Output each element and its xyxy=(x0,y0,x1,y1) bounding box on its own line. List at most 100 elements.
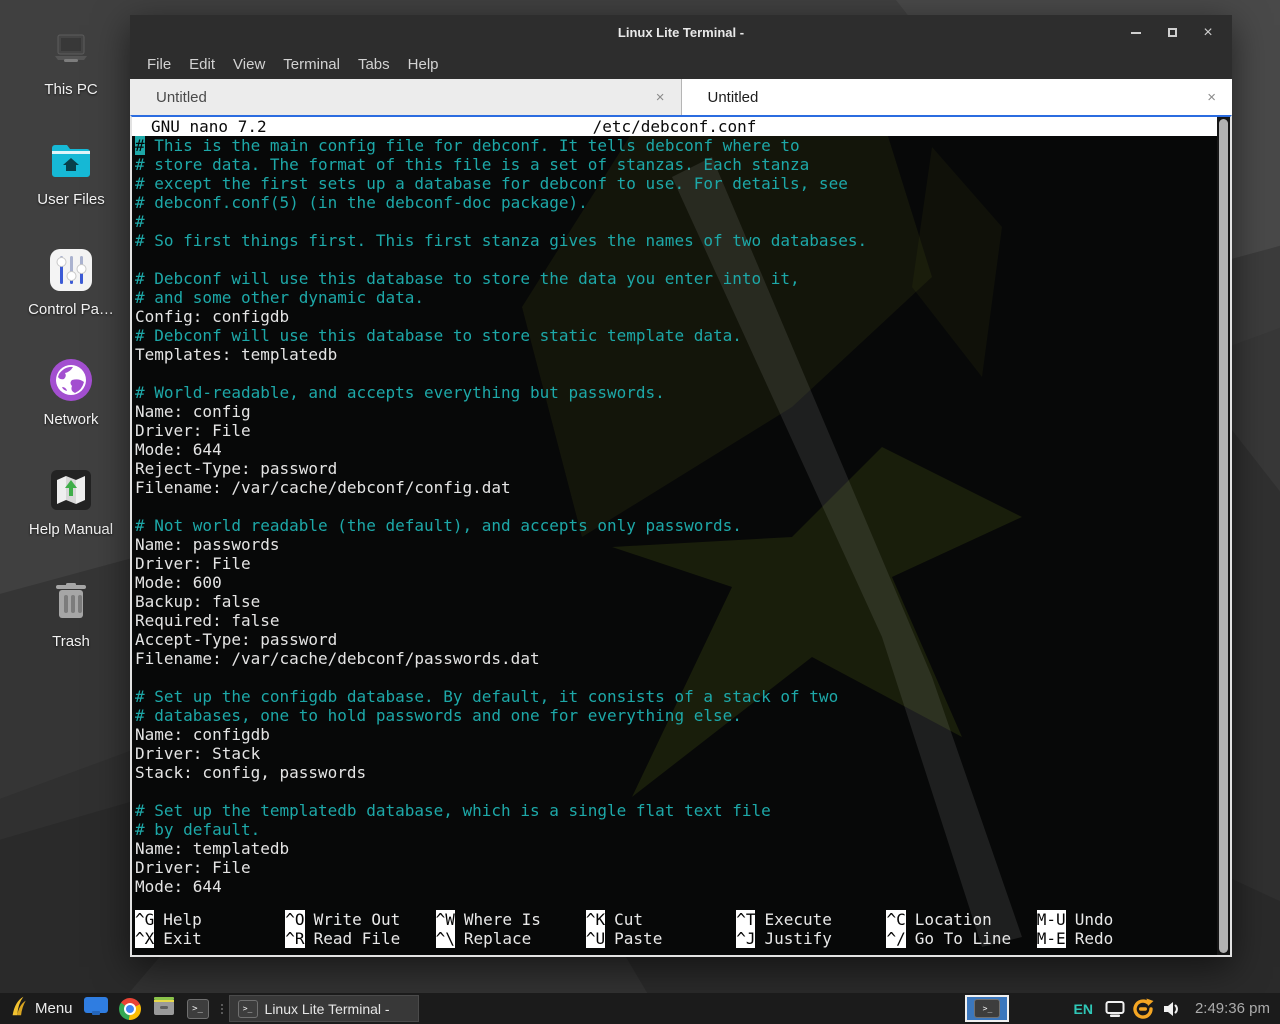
terminal-line xyxy=(135,782,1217,801)
nano-shortcuts: ^GHelp^XExit^OWrite Out^RRead File^WWher… xyxy=(132,910,1217,955)
chrome-icon xyxy=(119,998,141,1020)
terminal-line: # This is the main config file for debco… xyxy=(135,136,1217,155)
terminal-line: # store data. The format of this file is… xyxy=(135,155,1217,174)
nano-shortcut[interactable]: ^GHelp xyxy=(135,910,285,929)
close-button[interactable]: × xyxy=(1194,20,1222,46)
show-desktop-launcher[interactable] xyxy=(81,995,111,1022)
chrome-launcher[interactable] xyxy=(115,995,145,1022)
map-book-icon xyxy=(47,466,95,514)
trash-icon xyxy=(47,578,95,626)
terminal-line: Accept-Type: password xyxy=(135,630,1217,649)
desktop-icon-user-files[interactable]: User Files xyxy=(12,136,130,208)
desktop-icon-network[interactable]: Network xyxy=(12,356,130,428)
taskbar-window-button[interactable]: >_ Linux Lite Terminal - xyxy=(229,995,419,1022)
archive-drawer-icon xyxy=(152,995,176,1022)
scrollbar[interactable] xyxy=(1217,117,1230,955)
terminal-line: # Not world readable (the default), and … xyxy=(135,516,1217,535)
volume-icon[interactable] xyxy=(1159,997,1183,1021)
desktop-icon-label: This PC xyxy=(44,81,97,98)
nano-shortcut[interactable]: ^XExit xyxy=(135,929,285,948)
linux-lite-logo-icon xyxy=(8,994,28,1023)
scrollbar-thumb[interactable] xyxy=(1219,119,1228,953)
terminal-line xyxy=(135,497,1217,516)
terminal-lines: # This is the main config file for debco… xyxy=(132,136,1217,896)
minimize-button[interactable] xyxy=(1122,20,1150,46)
terminal-line: Name: configdb xyxy=(135,725,1217,744)
menu-file[interactable]: File xyxy=(138,53,180,76)
terminal-line: Driver: File xyxy=(135,554,1217,573)
tab-untitled-2[interactable]: Untitled × xyxy=(682,79,1233,115)
nano-shortcut[interactable]: ^TExecute xyxy=(736,910,886,929)
terminal-line: Config: configdb xyxy=(135,307,1217,326)
terminal-icon: >_ xyxy=(238,1000,258,1018)
terminal-line: # Set up the configdb database. By defau… xyxy=(135,687,1217,706)
terminal-launcher[interactable]: >_ xyxy=(183,995,213,1022)
clock[interactable]: 2:49:36 pm xyxy=(1195,1000,1270,1017)
menu-terminal[interactable]: Terminal xyxy=(274,53,349,76)
tab-bar: Untitled × Untitled × xyxy=(130,79,1232,115)
desktop-pager-icon xyxy=(83,996,109,1021)
terminal-line: # World-readable, and accepts everything… xyxy=(135,383,1217,402)
terminal-line: # except the first sets up a database fo… xyxy=(135,174,1217,193)
keyboard-layout-indicator[interactable]: EN xyxy=(1073,1001,1092,1017)
display-settings-icon[interactable] xyxy=(1103,997,1127,1021)
nano-shortcut[interactable]: ^OWrite Out xyxy=(285,910,435,929)
nano-shortcut[interactable]: ^/Go To Line xyxy=(886,929,1036,948)
globe-icon xyxy=(47,356,95,404)
terminal-line: Mode: 600 xyxy=(135,573,1217,592)
tab-untitled-1[interactable]: Untitled × xyxy=(130,79,682,115)
terminal-line: # Debconf will use this database to stor… xyxy=(135,269,1217,288)
menu-button-label: Menu xyxy=(35,1000,73,1017)
nano-shortcut[interactable]: M-UUndo xyxy=(1037,910,1187,929)
terminal-line: Stack: config, passwords xyxy=(135,763,1217,782)
terminal-line: # by default. xyxy=(135,820,1217,839)
tab-label: Untitled xyxy=(130,89,640,106)
desktop-icon-help-manual[interactable]: Help Manual xyxy=(12,466,130,538)
nano-shortcut[interactable]: ^RRead File xyxy=(285,929,435,948)
window-controls: × xyxy=(1122,15,1222,50)
nano-titlebar: GNU nano 7.2 /etc/debconf.conf xyxy=(132,117,1217,136)
nano-shortcut[interactable]: ^WWhere Is xyxy=(436,910,586,929)
nano-shortcut[interactable]: ^\Replace xyxy=(436,929,586,948)
file-manager-launcher[interactable] xyxy=(149,995,179,1022)
nano-shortcut[interactable]: M-ERedo xyxy=(1037,929,1187,948)
nano-shortcut[interactable]: ^KCut xyxy=(586,910,736,929)
terminal-line: Name: templatedb xyxy=(135,839,1217,858)
window-title: Linux Lite Terminal - xyxy=(618,25,744,40)
terminal-line: Mode: 644 xyxy=(135,877,1217,896)
menu-help[interactable]: Help xyxy=(399,53,448,76)
laptop-icon xyxy=(47,26,95,74)
terminal-line: # debconf.conf(5) (in the debconf-doc pa… xyxy=(135,193,1217,212)
terminal-line: Driver: File xyxy=(135,858,1217,877)
nano-shortcut[interactable]: ^UPaste xyxy=(586,929,736,948)
desktop-icon-control-panel[interactable]: Control Pa… xyxy=(12,246,130,318)
menu-view[interactable]: View xyxy=(224,53,274,76)
maximize-button[interactable] xyxy=(1158,20,1186,46)
terminal-line xyxy=(135,668,1217,687)
nano-file-path: /etc/debconf.conf xyxy=(132,117,1217,136)
updates-available-icon[interactable] xyxy=(1131,997,1155,1021)
terminal-icon: >_ xyxy=(187,999,209,1019)
desktop-icon-trash[interactable]: Trash xyxy=(12,578,130,650)
tab-close-icon[interactable]: × xyxy=(1191,89,1232,106)
desktop-icon-label: Network xyxy=(43,411,98,428)
window-preview-button[interactable]: >_ xyxy=(965,995,1009,1022)
terminal-line: Driver: Stack xyxy=(135,744,1217,763)
taskbar-separator xyxy=(218,999,226,1019)
terminal-line: # databases, one to hold passwords and o… xyxy=(135,706,1217,725)
nano-shortcut[interactable]: ^JJustify xyxy=(736,929,886,948)
terminal-line: # So first things first. This first stan… xyxy=(135,231,1217,250)
terminal-screen[interactable]: GNU nano 7.2 /etc/debconf.conf # This is… xyxy=(132,117,1217,955)
menu-button[interactable]: Menu xyxy=(6,992,79,1024)
terminal-line: # Set up the templatedb database, which … xyxy=(135,801,1217,820)
nano-shortcut[interactable]: ^CLocation xyxy=(886,910,1036,929)
terminal-line: Reject-Type: password xyxy=(135,459,1217,478)
tab-close-icon[interactable]: × xyxy=(640,89,681,106)
menu-tabs[interactable]: Tabs xyxy=(349,53,399,76)
terminal-viewport: GNU nano 7.2 /etc/debconf.conf # This is… xyxy=(130,115,1232,957)
desktop-icon-label: Help Manual xyxy=(29,521,113,538)
terminal-line xyxy=(135,250,1217,269)
desktop-icon-this-pc[interactable]: This PC xyxy=(12,26,130,98)
window-titlebar[interactable]: Linux Lite Terminal - × xyxy=(130,15,1232,50)
menu-edit[interactable]: Edit xyxy=(180,53,224,76)
